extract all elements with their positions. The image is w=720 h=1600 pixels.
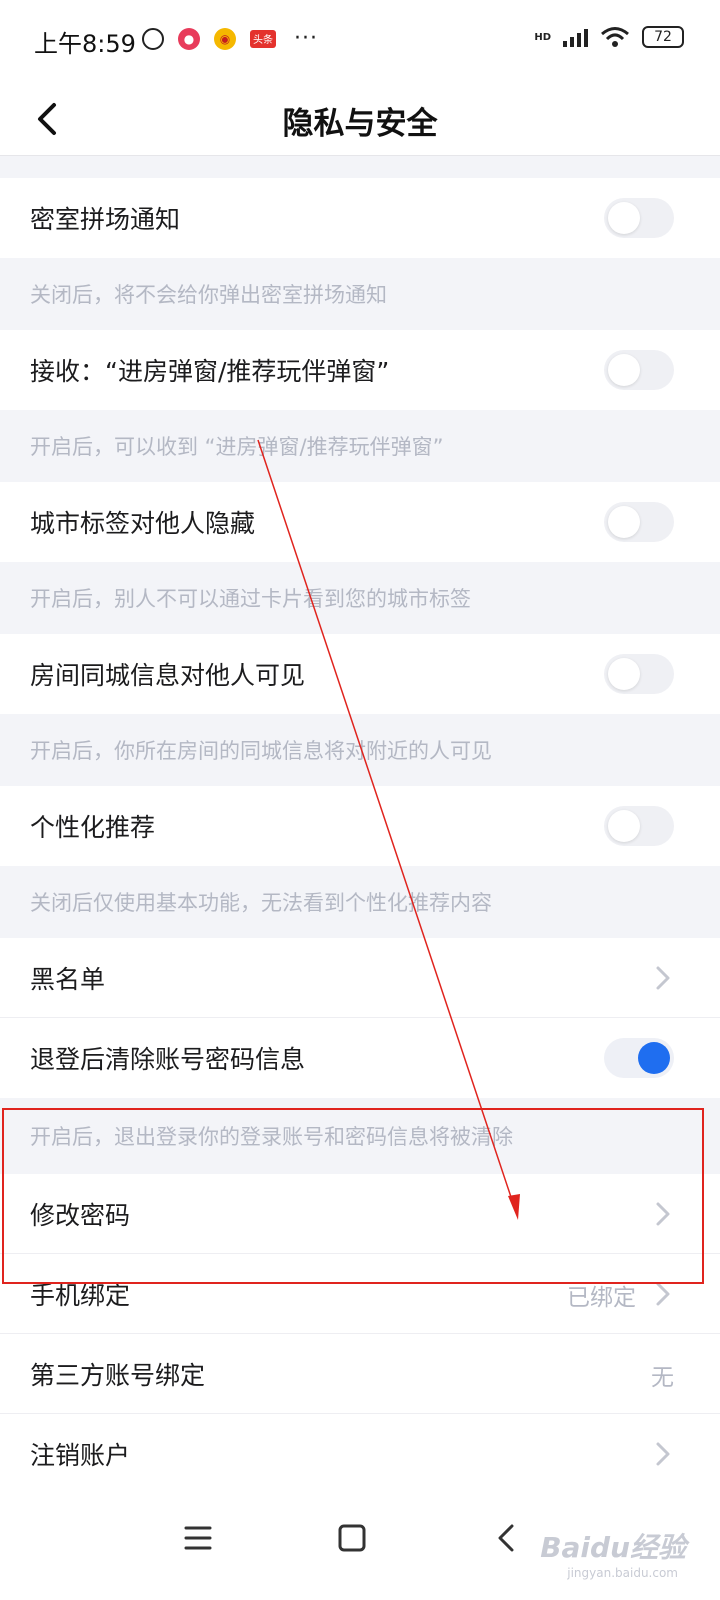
wifi-icon bbox=[601, 27, 629, 47]
toggle-knob bbox=[608, 810, 640, 842]
clear-on-logout-toggle[interactable] bbox=[604, 1038, 674, 1078]
setting-value: 无 bbox=[651, 1365, 674, 1391]
home-square-icon bbox=[338, 1524, 366, 1552]
toggle-knob bbox=[608, 506, 640, 538]
setting-label: 个性化推荐 bbox=[30, 813, 156, 842]
annotation-highlight-box bbox=[2, 1108, 704, 1284]
chevron-right-icon bbox=[656, 1282, 670, 1306]
system-nav-bar: Baidu经验 jingyan.baidu.com bbox=[0, 1488, 720, 1600]
nav-back-button[interactable] bbox=[476, 1508, 536, 1568]
setting-room-notice: 密室拼场通知 bbox=[0, 178, 720, 258]
room-city-visible-toggle[interactable] bbox=[604, 654, 674, 694]
setting-deactivate[interactable]: 注销账户 bbox=[0, 1414, 720, 1494]
toggle-knob bbox=[608, 354, 640, 386]
setting-label: 退登后清除账号密码信息 bbox=[30, 1045, 306, 1074]
baidu-watermark-url: jingyan.baidu.com bbox=[567, 1566, 678, 1580]
setting-blacklist[interactable]: 黑名单 bbox=[0, 938, 720, 1018]
setting-label: 密室拼场通知 bbox=[30, 205, 181, 234]
menu-button[interactable] bbox=[168, 1508, 228, 1568]
setting-room-city-visible: 房间同城信息对他人可见 bbox=[0, 634, 720, 714]
setting-personalized: 个性化推荐 bbox=[0, 786, 720, 866]
setting-label: 城市标签对他人隐藏 bbox=[30, 509, 256, 538]
setting-description: 关闭后，将不会给你弹出密室拼场通知 bbox=[0, 258, 720, 330]
app-notification-icon: ● bbox=[178, 27, 200, 50]
more-notifications-icon: ··· bbox=[294, 26, 318, 51]
status-bar: 上午8:59 ● ◉ 头条 ··· HD 72 bbox=[0, 0, 720, 82]
chevron-right-icon bbox=[656, 966, 670, 990]
hide-city-toggle[interactable] bbox=[604, 502, 674, 542]
status-time: 上午8:59 bbox=[34, 30, 136, 58]
menu-icon bbox=[184, 1526, 212, 1550]
setting-label: 房间同城信息对他人可见 bbox=[30, 661, 306, 690]
toggle-knob bbox=[608, 202, 640, 234]
personalized-toggle[interactable] bbox=[604, 806, 674, 846]
setting-label: 接收：“进房弹窗/推荐玩伴弹窗” bbox=[30, 357, 390, 386]
page-title: 隐私与安全 bbox=[282, 106, 438, 142]
baidu-watermark: Baidu经验 bbox=[540, 1531, 686, 1564]
notification-icons: ● ◉ 头条 ··· bbox=[142, 26, 318, 51]
setting-description: 开启后，可以收到 “进房弹窗/推荐玩伴弹窗” bbox=[0, 410, 720, 482]
back-triangle-icon bbox=[498, 1524, 514, 1552]
alarm-icon bbox=[142, 27, 164, 50]
settings-list: 密室拼场通知 关闭后，将不会给你弹出密室拼场通知 接收：“进房弹窗/推荐玩伴弹窗… bbox=[0, 178, 720, 1494]
toggle-knob bbox=[638, 1042, 670, 1074]
receive-popups-toggle[interactable] bbox=[604, 350, 674, 390]
system-icons: HD 72 bbox=[534, 26, 684, 48]
setting-description: 开启后，你所在房间的同城信息将对附近的人可见 bbox=[0, 714, 720, 786]
setting-label: 注销账户 bbox=[30, 1441, 131, 1470]
setting-clear-on-logout: 退登后清除账号密码信息 bbox=[0, 1018, 720, 1098]
setting-description: 关闭后仅使用基本功能，无法看到个性化推荐内容 bbox=[0, 866, 720, 938]
header: 隐私与安全 bbox=[0, 82, 720, 156]
signal-icon bbox=[563, 27, 588, 47]
setting-description: 开启后，别人不可以通过卡片看到您的城市标签 bbox=[0, 562, 720, 634]
toutiao-icon: 头条 bbox=[250, 29, 276, 48]
room-notice-toggle[interactable] bbox=[604, 198, 674, 238]
chevron-right-icon bbox=[656, 1442, 670, 1466]
setting-label: 黑名单 bbox=[30, 964, 106, 994]
weibo-icon: ◉ bbox=[214, 27, 236, 50]
battery-icon: 72 bbox=[642, 26, 684, 48]
setting-third-party[interactable]: 第三方账号绑定 无 bbox=[0, 1334, 720, 1414]
network-type: HD bbox=[534, 31, 551, 43]
toggle-knob bbox=[608, 658, 640, 690]
setting-receive-popups: 接收：“进房弹窗/推荐玩伴弹窗” bbox=[0, 330, 720, 410]
setting-label: 第三方账号绑定 bbox=[30, 1360, 206, 1390]
setting-hide-city: 城市标签对他人隐藏 bbox=[0, 482, 720, 562]
home-button[interactable] bbox=[322, 1508, 382, 1568]
